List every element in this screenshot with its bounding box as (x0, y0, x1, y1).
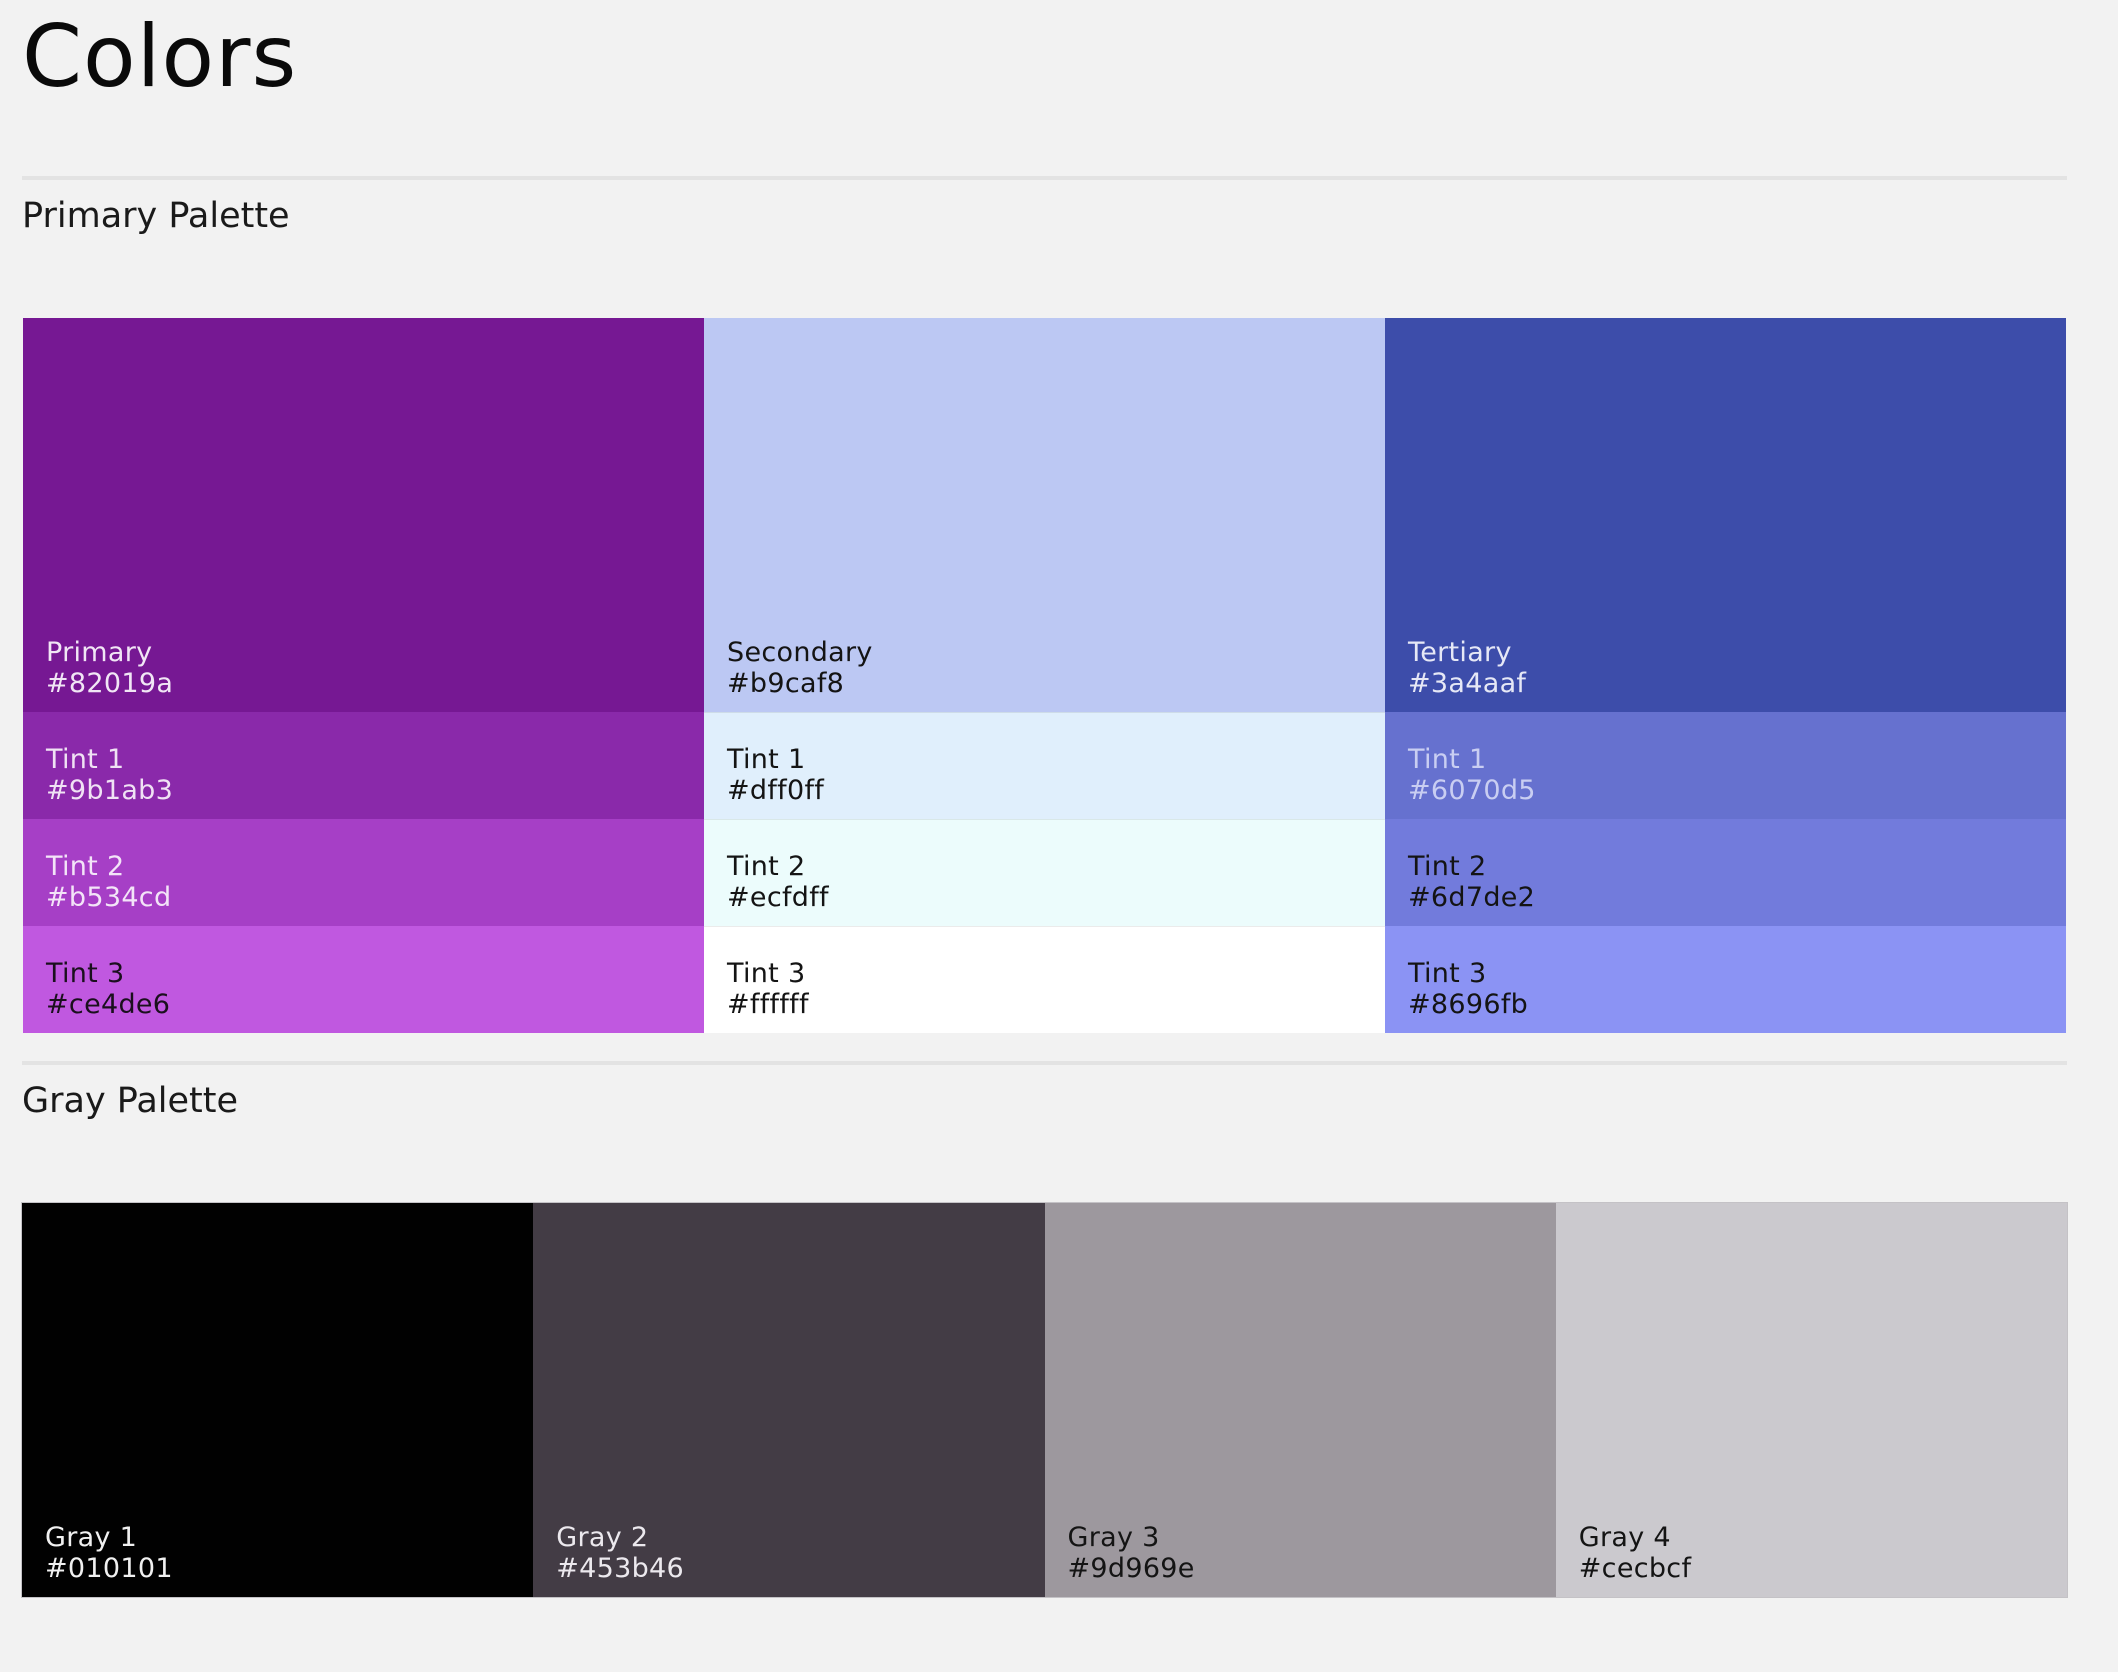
swatch-name: Tint 3 (1408, 958, 1487, 989)
gray-palette-heading: Gray Palette (22, 1081, 239, 1121)
color-swatch-primary-tint-2: Tint 2 #b534cd (23, 819, 704, 927)
color-swatch-primary-tint-1: Tint 1 #9b1ab3 (23, 712, 704, 820)
color-swatch-tertiary-tint-3: Tint 3 #8696fb (1385, 926, 2066, 1033)
swatch-hex: #cecbcf (1578, 1553, 1692, 1584)
swatch-name: Tint 3 (46, 958, 125, 989)
color-swatch-gray-2: Gray 2 #453b46 (533, 1203, 1045, 1597)
swatch-name: Gray 2 (556, 1522, 649, 1553)
swatch-name: Secondary (727, 637, 873, 669)
swatch-hex: #6d7de2 (1408, 882, 1536, 914)
swatch-hex: #453b46 (556, 1553, 685, 1584)
swatch-hex: #dff0ff (727, 775, 825, 807)
swatch-hex: #82019a (46, 668, 174, 700)
primary-column: Primary #82019a Tint 1 #9b1ab3 Tint 2 #b… (23, 318, 704, 1033)
swatch-hex: #6070d5 (1408, 775, 1536, 807)
section-divider (22, 1061, 2067, 1065)
swatch-name: Gray 3 (1067, 1522, 1160, 1553)
color-swatch-gray-3: Gray 3 #9d969e (1044, 1203, 1556, 1597)
tertiary-column: Tertiary #3a4aaf Tint 1 #6070d5 Tint 2 #… (1385, 318, 2066, 1033)
color-swatch-secondary-tint-2: Tint 2 #ecfdff (704, 819, 1385, 927)
swatch-name: Tint 2 (727, 851, 806, 883)
swatch-hex: #ffffff (727, 989, 809, 1020)
gray-palette-grid: Gray 1 #010101 Gray 2 #453b46 Gray 3 #9d… (21, 1202, 2068, 1598)
color-swatch-secondary: Secondary #b9caf8 (704, 318, 1385, 713)
swatch-name: Tint 2 (46, 851, 125, 883)
swatch-name: Tint 1 (727, 744, 806, 776)
color-swatch-secondary-tint-3: Tint 3 #ffffff (704, 926, 1385, 1033)
swatch-hex: #3a4aaf (1408, 668, 1527, 700)
swatch-name: Tint 1 (46, 744, 125, 776)
color-swatch-gray-1: Gray 1 #010101 (22, 1203, 534, 1597)
swatch-name: Tertiary (1408, 637, 1512, 669)
primary-palette-grid: Primary #82019a Tint 1 #9b1ab3 Tint 2 #b… (23, 318, 2066, 1033)
swatch-name: Primary (46, 637, 153, 669)
swatch-name: Gray 1 (45, 1522, 138, 1553)
color-swatch-primary: Primary #82019a (23, 318, 704, 713)
color-swatch-tertiary: Tertiary #3a4aaf (1385, 318, 2066, 713)
swatch-name: Gray 4 (1578, 1522, 1671, 1553)
swatch-hex: #b9caf8 (727, 668, 845, 700)
color-swatch-tertiary-tint-1: Tint 1 #6070d5 (1385, 712, 2066, 820)
swatch-hex: #ce4de6 (46, 989, 171, 1020)
swatch-hex: #8696fb (1408, 989, 1529, 1020)
color-swatch-primary-tint-3: Tint 3 #ce4de6 (23, 926, 704, 1033)
swatch-hex: #ecfdff (727, 882, 829, 914)
secondary-column: Secondary #b9caf8 Tint 1 #dff0ff Tint 2 … (704, 318, 1385, 1033)
primary-palette-heading: Primary Palette (22, 196, 290, 236)
swatch-hex: #9d969e (1067, 1553, 1195, 1584)
swatch-name: Tint 3 (727, 958, 806, 989)
color-swatch-secondary-tint-1: Tint 1 #dff0ff (704, 712, 1385, 820)
swatch-name: Tint 2 (1408, 851, 1487, 883)
swatch-hex: #010101 (45, 1553, 173, 1584)
color-swatch-gray-4: Gray 4 #cecbcf (1555, 1203, 2067, 1597)
swatch-name: Tint 1 (1408, 744, 1487, 776)
section-divider (22, 176, 2067, 180)
swatch-hex: #b534cd (46, 882, 172, 914)
swatch-hex: #9b1ab3 (46, 775, 174, 807)
color-swatch-tertiary-tint-2: Tint 2 #6d7de2 (1385, 819, 2066, 927)
page-title: Colors (22, 7, 298, 107)
